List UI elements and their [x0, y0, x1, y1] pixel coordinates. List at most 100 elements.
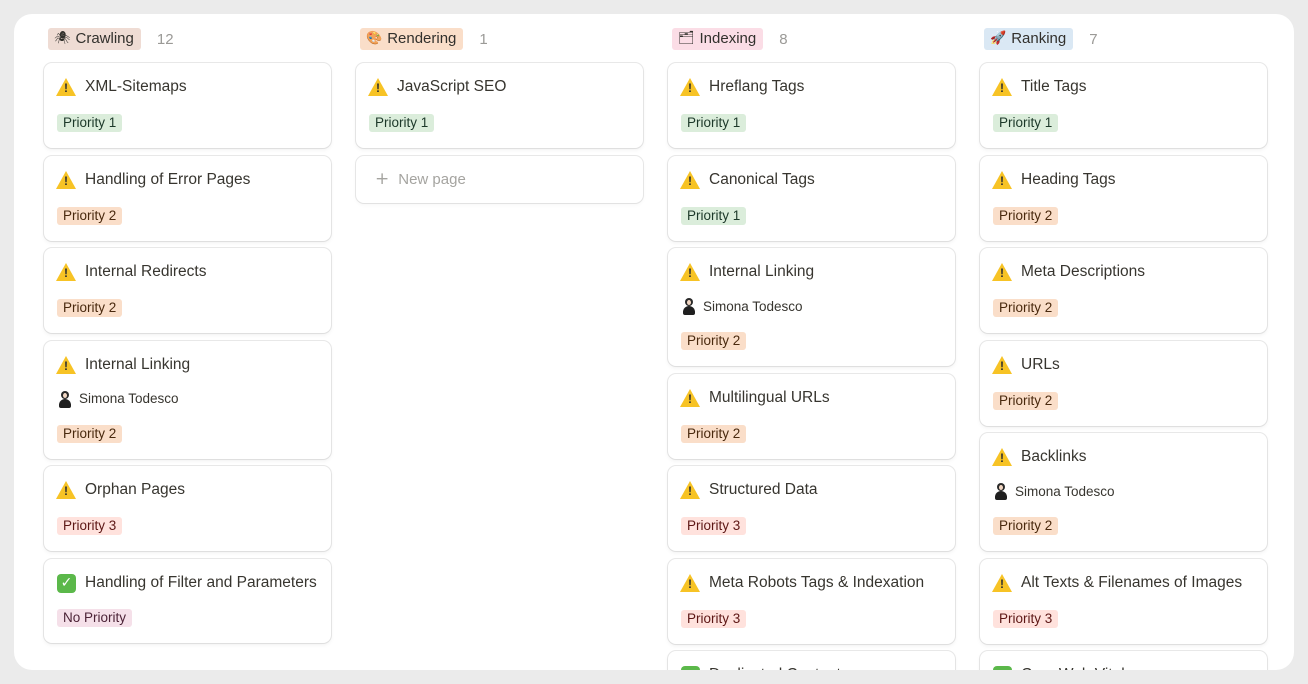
warning-icon: ! [680, 78, 700, 97]
card-list: ! Title Tags Priority 1 ! Heading Tags Priori… [980, 63, 1267, 670]
board-card[interactable]: ! Handling of Error Pages Priority 2 [44, 155, 331, 241]
board-card[interactable]: ! JavaScript SEO Priority 1 [356, 63, 643, 148]
assignee-name: Simona Todesco [79, 391, 179, 406]
warning-icon: ! [680, 263, 700, 282]
column-title: Rendering [387, 30, 457, 47]
card-list: ! Hreflang Tags Priority 1 ! Canonical Tags P… [668, 63, 955, 670]
board-card[interactable]: ✓ Handling of Filter and Parameters No Pri… [44, 558, 331, 643]
card-title: XML-Sitemaps [85, 78, 187, 95]
card-title-row: ! Meta Robots Tags & Indexation [680, 571, 943, 594]
board-card[interactable]: ! Meta Descriptions Priority 2 [980, 248, 1267, 333]
card-title-row: ! Multilingual URLs [680, 386, 943, 409]
check-mark-icon: ✓ [993, 666, 1012, 670]
card-title-row: ! Canonical Tags [680, 168, 943, 191]
priority-tag: Priority 2 [57, 206, 123, 225]
board-card[interactable]: ! Internal Redirects Priority 2 [44, 248, 331, 333]
card-index-icon: 🗂 [678, 31, 695, 46]
warning-icon: ! [368, 78, 388, 97]
warning-icon: ! [992, 355, 1012, 375]
new-page-button[interactable]: + New page [356, 156, 643, 203]
avatar [57, 390, 73, 408]
warning-icon: ! [56, 263, 76, 282]
board-card[interactable]: ! Internal Linking Simona Todesco Priority … [44, 340, 331, 459]
check-mark-icon: ✓ [681, 666, 700, 670]
card-title: Handling of Filter and Parameters [85, 573, 317, 591]
card-title-row: ! Meta Descriptions [992, 260, 1255, 283]
card-list: ! XML-Sitemaps Priority 1! Handling of Erro… [44, 63, 331, 643]
board-card[interactable]: ! Canonical Tags Priority 1 [668, 155, 955, 241]
column-title: Indexing [699, 30, 757, 47]
card-title: Structured Data [709, 481, 818, 498]
column-count: 1 [479, 30, 488, 48]
column-title-tag[interactable]: 🗂 Indexing [672, 28, 764, 50]
board-card[interactable]: ✓ Core Web Vitals [980, 651, 1267, 670]
column-title: Ranking [1011, 30, 1067, 47]
card-title-row: ! Internal Linking [680, 260, 943, 283]
board-card[interactable]: ! Backlinks Simona Todesco Priority 2 [980, 433, 1267, 551]
priority-tag: Priority 2 [993, 206, 1059, 225]
warning-icon: ! [992, 78, 1012, 97]
priority-tag: Priority 3 [993, 609, 1059, 628]
column-title-tag[interactable]: 🎨 Rendering [360, 28, 464, 50]
card-title-row: ✓ Core Web Vitals [993, 663, 1255, 670]
board-card[interactable]: ! Structured Data Priority 3 [668, 466, 955, 551]
board-card[interactable]: ! URLs Priority 2 [980, 340, 1267, 426]
warning-icon: ! [56, 170, 76, 190]
column-title: Crawling [75, 30, 134, 47]
card-title-row: ✓ Duplicated Content [681, 663, 943, 670]
card-title-row: ! Backlinks [992, 445, 1255, 468]
card-title: JavaScript SEO [397, 78, 507, 95]
card-title: Multilingual URLs [709, 388, 830, 406]
warning-icon: ! [56, 481, 76, 500]
board-card[interactable]: ! Alt Texts & Filenames of Images Priority… [980, 558, 1267, 644]
card-title: Meta Descriptions [1021, 263, 1146, 280]
board-card[interactable]: ! Meta Robots Tags & Indexation Priority 3 [668, 558, 955, 644]
card-title: Internal Redirects [85, 263, 207, 280]
priority-tag: Priority 2 [993, 517, 1059, 535]
card-title-row: ! JavaScript SEO [368, 75, 631, 98]
board-card[interactable]: ! Hreflang Tags Priority 1 [668, 63, 955, 148]
priority-tag: Priority 2 [993, 391, 1059, 410]
assignee-name: Simona Todesco [703, 298, 803, 314]
rocket-icon: 🚀 [990, 31, 1007, 46]
warning-icon: ! [992, 170, 1012, 190]
card-title: Core Web Vitals [1021, 663, 1255, 670]
card-title: Alt Texts & Filenames of Images [1021, 573, 1243, 591]
column-title-tag[interactable]: 🚀 Ranking [984, 28, 1074, 50]
card-title-row: ! Internal Linking [56, 353, 319, 376]
card-title: Duplicated Content [709, 663, 943, 670]
board-card[interactable]: ! Internal Linking Simona Todesco Priority … [668, 248, 955, 366]
column-header: 🎨 Rendering 1 [360, 28, 488, 50]
warning-icon: ! [680, 388, 700, 408]
column-title-tag[interactable]: 🕷 Crawling [48, 28, 141, 50]
new-page-label: New page [398, 170, 466, 188]
card-title: Hreflang Tags [709, 78, 805, 95]
priority-tag: Priority 1 [681, 114, 747, 132]
card-title-row: ! Heading Tags [992, 168, 1255, 191]
board-card[interactable]: ! Orphan Pages Priority 3 [44, 466, 331, 551]
card-title: Backlinks [1021, 448, 1087, 465]
board-card[interactable]: ! Heading Tags Priority 2 [980, 155, 1267, 241]
card-list: ! JavaScript SEO Priority 1 + New page [356, 63, 643, 203]
assignee-name: Simona Todesco [1015, 483, 1115, 499]
board-card[interactable]: ✓ Duplicated Content [668, 651, 955, 670]
warning-icon: ! [992, 448, 1012, 467]
card-title: Canonical Tags [709, 170, 815, 188]
card-title-row: ! XML-Sitemaps [56, 75, 319, 98]
priority-tag: Priority 1 [993, 114, 1059, 132]
warning-icon: ! [56, 78, 76, 97]
board: 🕷 Crawling 12! XML-Sitemaps Priority 1! Handl… [14, 14, 1294, 670]
card-assignee: Simona Todesco [57, 388, 319, 410]
avatar [681, 297, 697, 315]
board-card[interactable]: ! Title Tags Priority 1 [980, 63, 1267, 148]
card-title: Meta Robots Tags & Indexation [709, 573, 925, 591]
column-count: 8 [779, 30, 788, 48]
card-title: Orphan Pages [85, 481, 185, 498]
card-title-row: ! Handling of Error Pages [56, 168, 319, 191]
warning-icon: ! [680, 573, 700, 593]
card-title: Title Tags [1021, 78, 1087, 95]
card-title-row: ! Hreflang Tags [680, 75, 943, 98]
card-title-row: ✓ Handling of Filter and Parameters [57, 571, 319, 594]
board-card[interactable]: ! Multilingual URLs Priority 2 [668, 373, 955, 459]
board-card[interactable]: ! XML-Sitemaps Priority 1 [44, 63, 331, 148]
